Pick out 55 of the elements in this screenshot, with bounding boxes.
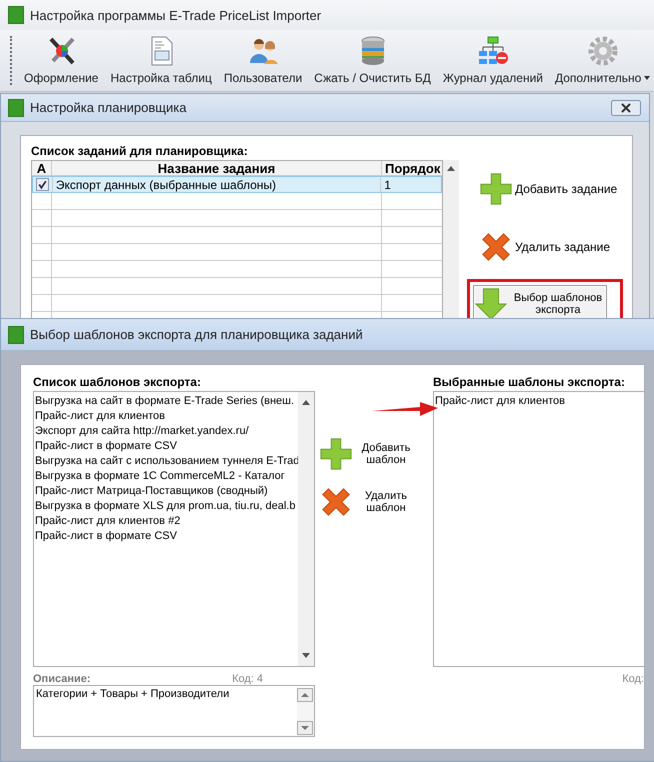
gear-icon (586, 35, 619, 67)
toolbar-button[interactable]: Сжать / Очистить БД (308, 30, 437, 91)
column-header: Порядок (384, 161, 442, 175)
list-item[interactable]: Прайс-лист в формате CSV (35, 529, 297, 544)
list-item[interactable]: Прайс-лист Матрица-Поставщиков (сводный) (35, 484, 297, 499)
scroll-down-icon (302, 653, 310, 658)
app-logo-icon (8, 326, 24, 344)
hierarchy-icon (476, 35, 509, 67)
list-item[interactable]: Выгрузка на сайт в формате E-Trade Series (внеш. (35, 394, 297, 409)
toolbar-button[interactable]: Настройка таблиц (104, 30, 218, 91)
toolbar-button[interactable]: Дополнительно (548, 30, 654, 91)
list-item[interactable]: Прайс-лист в формате CSV (35, 439, 297, 454)
list-item[interactable]: Прайс-лист для клиентов #2 (35, 514, 297, 529)
plus-icon (479, 172, 513, 206)
field-label: Описание: (33, 673, 91, 685)
plus-icon (319, 437, 353, 471)
column-header: Название задания (52, 161, 382, 175)
list-item[interactable]: Выгрузка в формате 1C CommerceML2 - Каталог (35, 469, 297, 484)
list-label: Список шаблонов экспорта: (33, 375, 202, 389)
app-logo-icon (8, 6, 24, 24)
scroll-up-icon (447, 166, 455, 171)
column-header: А (32, 161, 52, 175)
caret-icon (644, 76, 650, 80)
scroll-down-button-icon (297, 721, 313, 735)
checkmark-icon (36, 179, 48, 190)
list-label: Выбранные шаблоны экспорта: (433, 375, 626, 389)
list-item[interactable]: Экспорт для сайта http://market.yandex.ru/ (35, 424, 297, 439)
dialog-title: Настройка планировщика (30, 100, 188, 115)
scroll-up-icon (302, 400, 310, 405)
list-label: Список заданий для планировщика: (31, 144, 249, 158)
table-cell-text: 1 (383, 177, 392, 192)
toolbar-button[interactable]: Оформление (18, 30, 104, 91)
list-item[interactable]: Выгрузка в формате XLS для prom.ua, tiu.ru, deal.b (35, 499, 297, 514)
window-title: Настройка программы E-Trade PriceList Importer (30, 8, 322, 22)
close-icon (611, 100, 641, 116)
action-button[interactable]: Добавить задание (479, 169, 618, 209)
toolbar-button[interactable]: Пользователи (218, 30, 308, 91)
code-label: Код: (622, 673, 644, 685)
app-logo-icon (8, 98, 24, 116)
down-arrow-icon (474, 287, 508, 321)
checkbox[interactable] (36, 178, 49, 191)
scroll-up-button-icon (297, 688, 313, 702)
table-cell: Экспорт данных (выбранные шаблоны) (52, 177, 382, 192)
scrollbar[interactable] (443, 160, 459, 320)
action-button[interactable]: Удалить задание (479, 227, 610, 267)
scrollbar[interactable] (298, 392, 314, 666)
code-label: Код: 4 (232, 673, 263, 685)
action-button[interactable]: Удалить шаблон (315, 485, 433, 519)
toolbar-button[interactable]: Журнал удалений (436, 30, 549, 91)
list-item[interactable]: Прайс-лист для клиентов (435, 394, 643, 409)
table-row[interactable]: Экспорт данных (выбранные шаблоны) 1 (32, 176, 442, 193)
action-button[interactable]: Добавить шаблон (315, 437, 433, 471)
list-item[interactable]: Прайс-лист для клиентов (35, 409, 297, 424)
description-field[interactable]: Категории + Товары + Производители (33, 685, 315, 737)
dialog-title: Выбор шаблонов экспорта для планировщика заданий (30, 327, 364, 342)
